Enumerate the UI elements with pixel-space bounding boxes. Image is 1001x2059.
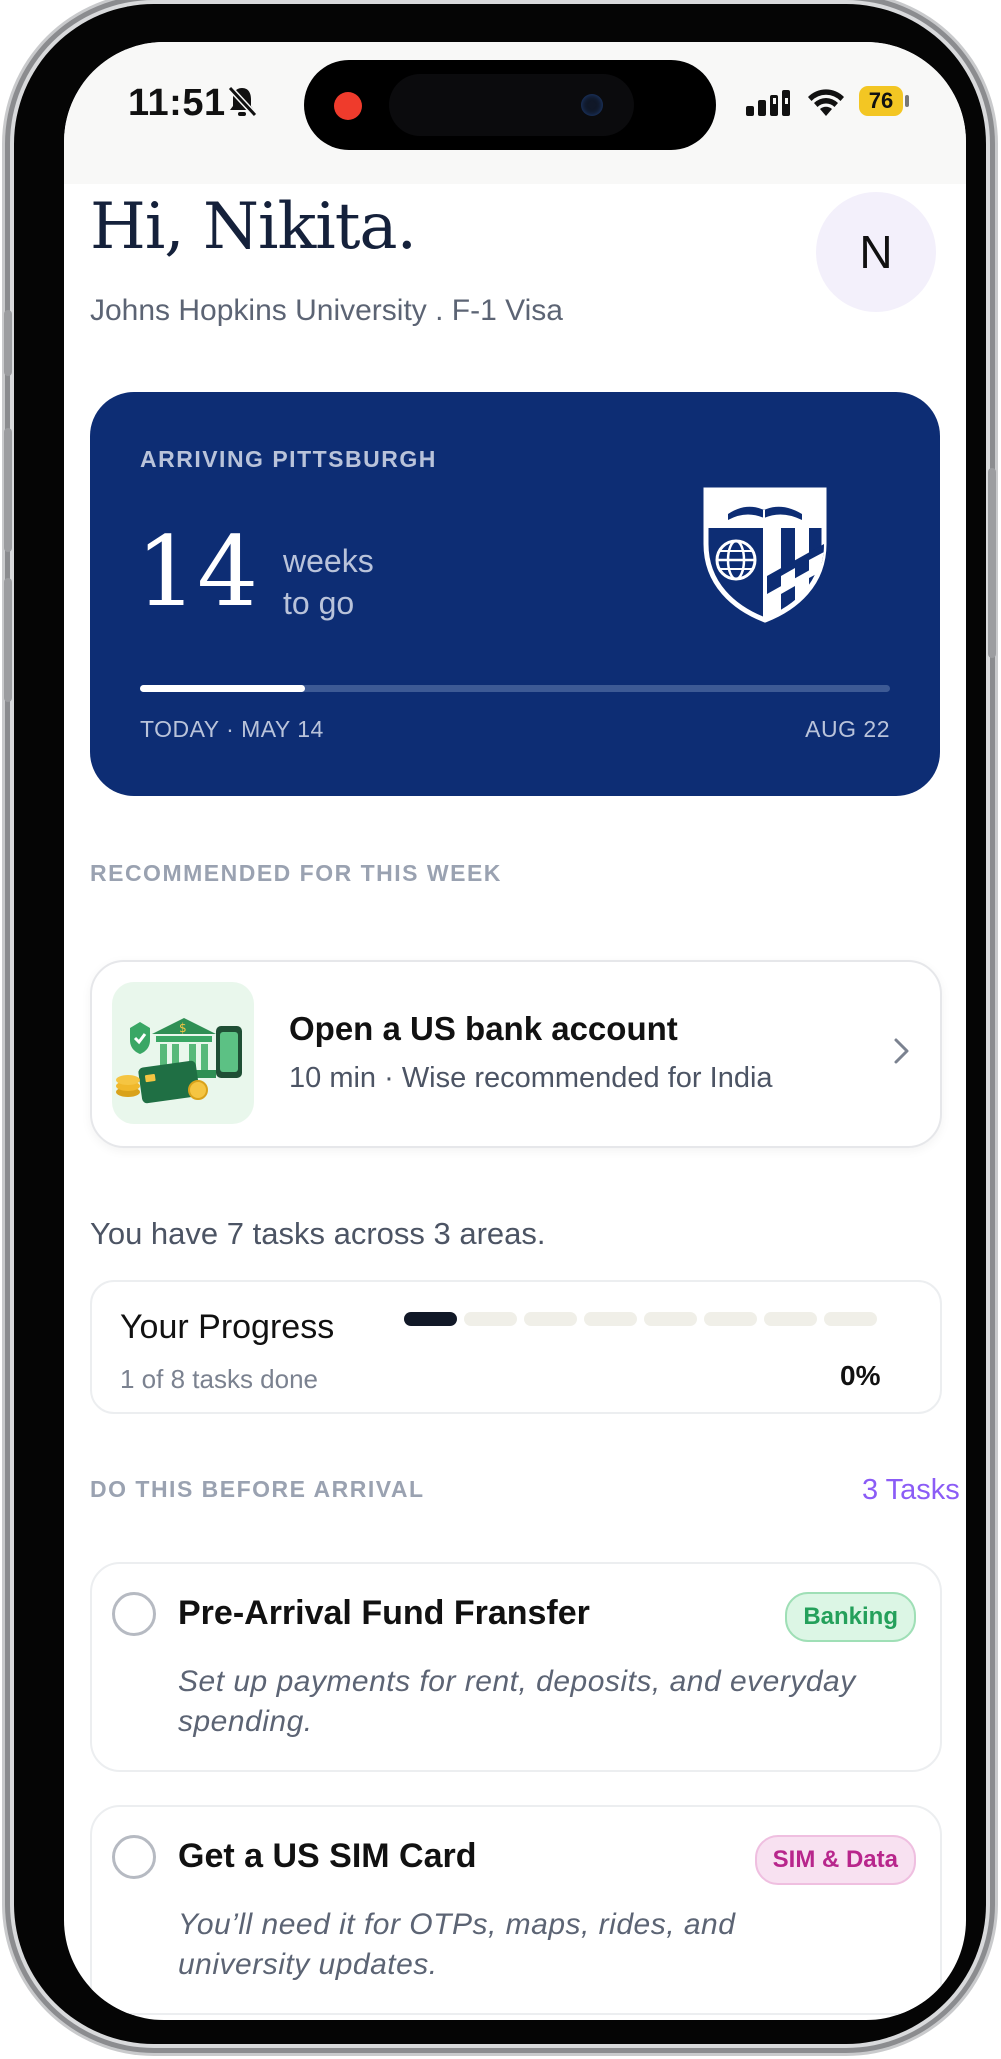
volume-down-button — [4, 578, 12, 702]
task-card[interactable]: Get a US SIM Card SIM & Data You’ll need… — [90, 1805, 942, 2015]
progress-subtitle: 1 of 8 tasks done — [120, 1364, 319, 1394]
countdown-end-date: AUG 22 — [805, 716, 890, 742]
arrival-countdown-card[interactable]: ARRIVING PITTSBURGH 14 weeks to go TODAY… — [90, 392, 940, 796]
university-visa-subtitle: Johns Hopkins University . F-1 Visa — [90, 294, 563, 327]
status-bar: 11:51 76 — [64, 42, 966, 184]
countdown-label: ARRIVING PITTSBURGH — [140, 446, 437, 472]
task-checkbox[interactable] — [112, 1835, 156, 1879]
tasks-count-link[interactable]: 3 Tasks — [862, 1474, 960, 1507]
chevron-right-icon — [894, 1038, 909, 1064]
recording-indicator-icon — [334, 92, 362, 120]
weeks-unit: weeks to go — [283, 540, 443, 624]
volume-up-button — [4, 428, 12, 552]
task-summary: You have 7 tasks across 3 areas. — [90, 1216, 546, 1251]
progress-segment — [644, 1312, 697, 1326]
progress-segment — [584, 1312, 637, 1326]
action-button — [4, 310, 12, 376]
recommended-task-card[interactable]: $ Open a US bank account 10 min · Wise r… — [90, 960, 942, 1148]
status-time: 11:51 — [128, 82, 226, 124]
bank-illustration-icon: $ — [112, 982, 254, 1124]
progress-title: Your Progress — [120, 1308, 335, 1346]
progress-card: Your Progress 1 of 8 tasks done 0% — [90, 1280, 942, 1414]
category-badge: SIM & Data — [754, 1835, 916, 1885]
battery-indicator: 76 — [859, 86, 903, 116]
task-card[interactable]: Pre-Arrival Fund Fransfer Banking Set up… — [90, 1562, 942, 1772]
screen: 11:51 76 Hi, Nikita. Johns Hopkins Unive… — [64, 42, 966, 2020]
battery-tip — [905, 95, 909, 107]
silent-bell-icon — [227, 85, 258, 118]
before-arrival-section-title: DO THIS BEFORE ARRIVAL — [90, 1476, 425, 1502]
power-button — [988, 468, 996, 658]
recommended-task-subtitle: 10 min · Wise recommended for India — [289, 1062, 773, 1094]
progress-segment — [704, 1312, 757, 1326]
avatar[interactable]: N — [816, 192, 936, 312]
weeks-number: 14 — [136, 516, 259, 628]
task-title: Pre-Arrival Fund Fransfer — [178, 1594, 590, 1632]
cellular-signal-icon — [746, 90, 790, 116]
camera-lens-icon — [581, 94, 603, 116]
camera-housing — [389, 74, 634, 136]
weeks-unit-line1: weeks — [283, 543, 374, 579]
category-badge: Banking — [785, 1592, 916, 1642]
countdown-progress-track — [140, 685, 890, 692]
phone-frame: 11:51 76 Hi, Nikita. Johns Hopkins Unive… — [4, 4, 996, 2044]
progress-segment — [524, 1312, 577, 1326]
wifi-icon — [808, 89, 844, 116]
greeting-title: Hi, Nikita. — [90, 190, 417, 264]
progress-segments — [404, 1312, 877, 1326]
progress-percent: 0% — [840, 1360, 881, 1391]
task-description: You’ll need it for OTPs, maps, rides, an… — [178, 1908, 736, 1981]
task-title: Get a US SIM Card — [178, 1837, 477, 1875]
task-checkbox[interactable] — [112, 1592, 156, 1636]
progress-segment — [824, 1312, 877, 1326]
task-description: Set up payments for rent, deposits, and … — [178, 1665, 856, 1738]
dynamic-island — [304, 60, 716, 150]
university-shield-logo-icon — [703, 487, 827, 623]
recommended-task-title: Open a US bank account — [289, 1010, 678, 1047]
progress-segment — [404, 1312, 457, 1326]
progress-segment — [464, 1312, 517, 1326]
countdown-progress-fill — [140, 685, 305, 692]
recommended-section-title: RECOMMENDED FOR THIS WEEK — [90, 860, 502, 886]
progress-segment — [764, 1312, 817, 1326]
countdown-start-date: TODAY · MAY 14 — [140, 716, 324, 742]
weeks-unit-line2: to go — [283, 585, 355, 621]
svg-text:$: $ — [179, 1021, 187, 1035]
